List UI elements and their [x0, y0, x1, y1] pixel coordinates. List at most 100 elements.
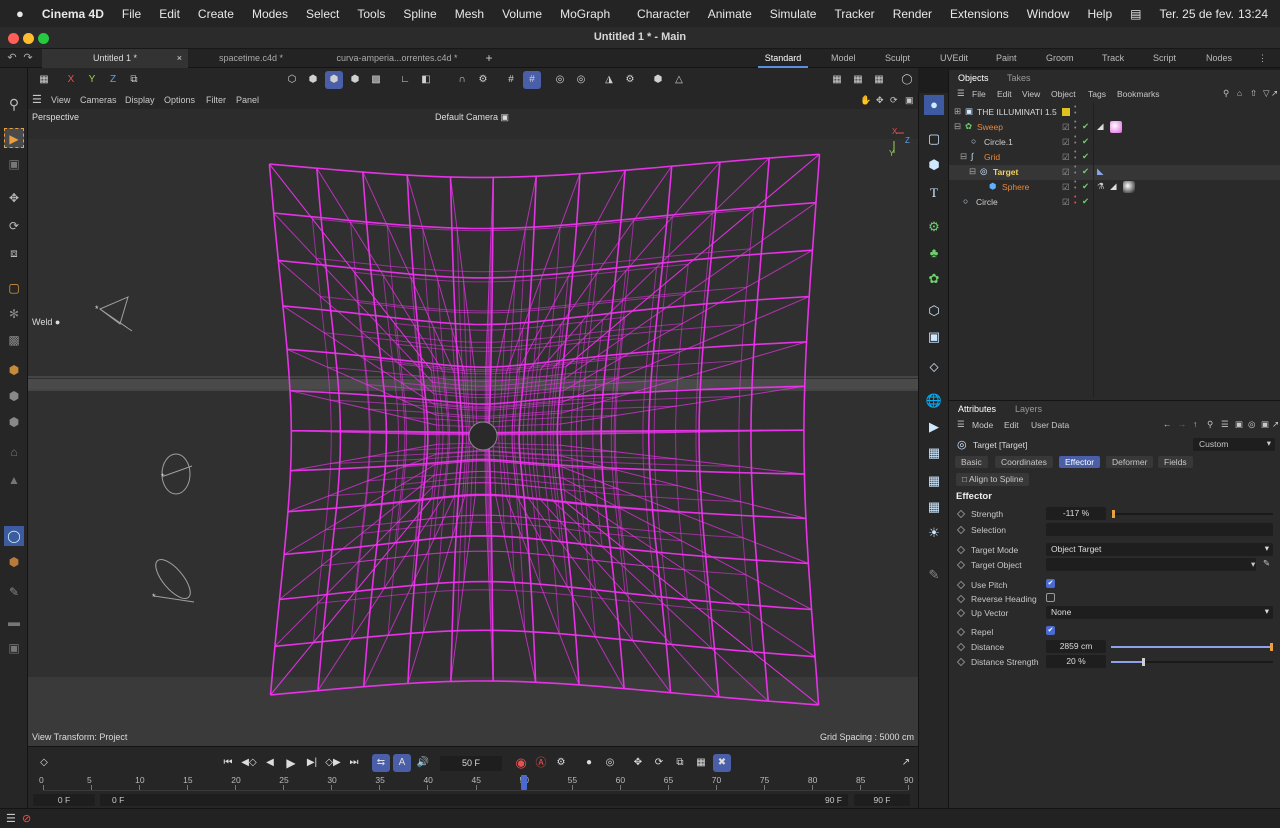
workplane-grid-icon[interactable]: #: [502, 71, 520, 89]
status-hamburger-icon[interactable]: ☰: [6, 812, 16, 825]
layout-paint[interactable]: Paint: [996, 49, 1017, 68]
sphere-create-icon[interactable]: ●: [924, 95, 944, 115]
cube-create-icon[interactable]: ⬢: [924, 155, 944, 175]
undo-icon[interactable]: ↶: [6, 49, 18, 68]
play-icon[interactable]: ▶: [282, 754, 300, 772]
symmetry-icon[interactable]: ◮: [600, 71, 618, 89]
pan-view-icon[interactable]: ✋: [860, 95, 871, 106]
keyframe-diamond-icon[interactable]: [956, 608, 966, 618]
subtab-fields[interactable]: Fields: [1158, 456, 1193, 468]
material-tag-icon[interactable]: [1110, 121, 1122, 133]
keyframe-diamond-icon[interactable]: [956, 627, 966, 637]
key-interpolation-icon[interactable]: ◎: [601, 754, 619, 772]
workplane-active-icon[interactable]: #: [523, 71, 541, 89]
tab-spacetime[interactable]: spacetime.c4d *: [188, 49, 314, 68]
brush-tool-icon[interactable]: ✎: [4, 582, 24, 602]
viewport-perspective[interactable]: * * * Perspective Default Camera ▣ Weld …: [28, 109, 918, 746]
points-mode-icon[interactable]: ▩: [4, 330, 24, 350]
environment-icon[interactable]: 🌐: [924, 391, 944, 411]
attributes-expand-icon[interactable]: ↗: [1272, 419, 1279, 430]
redo-icon[interactable]: ↷: [22, 49, 34, 68]
menu-tools[interactable]: Tools: [348, 7, 394, 21]
distance-field[interactable]: 2859 cm: [1046, 640, 1106, 653]
edit-render-settings-icon[interactable]: ▦: [870, 71, 888, 89]
objects-home-icon[interactable]: ⌂: [1237, 88, 1242, 98]
distance-strength-slider-handle[interactable]: [1142, 658, 1146, 666]
up-arrow-icon[interactable]: ↑: [1193, 419, 1197, 429]
axis-z-button[interactable]: Z: [104, 71, 122, 89]
auto-loop-icon[interactable]: A: [393, 754, 411, 772]
back-arrow-icon[interactable]: ←: [1163, 419, 1172, 429]
enabled-check-icon[interactable]: ✔: [1082, 196, 1089, 207]
prev-keyframe-icon[interactable]: ◀◇: [240, 754, 258, 772]
viewport-menu-panel[interactable]: Panel: [236, 95, 259, 105]
chevron-down-icon[interactable]: ▾: [1251, 559, 1255, 570]
layout-script[interactable]: Script: [1153, 49, 1176, 68]
app-menu[interactable]: Cinema 4D: [33, 7, 113, 21]
min-frame-field[interactable]: 0 F: [33, 794, 95, 806]
edges-mode-icon[interactable]: ⬢: [4, 360, 24, 380]
text-tool-icon[interactable]: T: [924, 183, 944, 203]
layer-checkbox[interactable]: ☑: [1062, 167, 1070, 178]
keyframe-diamond-icon[interactable]: [956, 594, 966, 604]
cube-active-icon[interactable]: ⬢: [325, 71, 343, 89]
visibility-dots[interactable]: • •: [1074, 119, 1076, 132]
enabled-check-icon[interactable]: ✔: [1082, 181, 1089, 192]
object-row-circle-1[interactable]: ○ Circle.1 ☑ • • ✔: [949, 134, 1280, 150]
visibility-dots-red[interactable]: • •: [1074, 194, 1076, 207]
grid-snap-corner-icon[interactable]: ∟: [396, 71, 414, 89]
objects-menu-tags[interactable]: Tags: [1088, 89, 1106, 99]
goto-end-icon[interactable]: ⏭: [345, 754, 363, 772]
cube-outline-icon[interactable]: ⬢: [304, 71, 322, 89]
forward-arrow-icon[interactable]: →: [1178, 419, 1187, 429]
tab-attributes[interactable]: Attributes: [958, 404, 996, 414]
objects-filter-icon[interactable]: ▽: [1263, 88, 1270, 99]
pick-object-icon[interactable]: ✎: [1263, 558, 1270, 569]
max-frame-field[interactable]: 90 F: [854, 794, 910, 806]
multi-cube-icon[interactable]: ▩: [367, 71, 385, 89]
lock-icon[interactable]: ▣: [1235, 419, 1243, 430]
layer-checkbox[interactable]: ☑: [1062, 122, 1070, 133]
viewport-menu-filter[interactable]: Filter: [206, 95, 226, 105]
layout-nodes[interactable]: Nodes: [1206, 49, 1232, 68]
align-to-spline-button[interactable]: □ Align to Spline: [956, 473, 1030, 486]
timeline-ruler[interactable]: 051015202530354045505560657075808590: [39, 775, 913, 791]
object-row-sphere[interactable]: ⬢ Sphere ☑ • • ✔ ⚗ ◢: [949, 179, 1280, 195]
attributes-search-icon[interactable]: ⚲: [1207, 419, 1213, 430]
menu-character[interactable]: Character: [628, 7, 699, 21]
menu-create[interactable]: Create: [189, 7, 243, 21]
keyframe-settings-icon[interactable]: ⚙: [552, 754, 570, 772]
status-error-icon[interactable]: ⊘: [22, 812, 31, 825]
render-settings-icon[interactable]: ◎: [572, 71, 590, 89]
phong-tag-icon[interactable]: ◢: [1110, 181, 1117, 192]
new-tab-icon[interactable]: +: [482, 49, 496, 68]
axis-x-button[interactable]: X: [62, 71, 80, 89]
enabled-check-icon[interactable]: ✔: [1082, 166, 1089, 177]
menu-file[interactable]: File: [113, 7, 150, 21]
keyframe-diamond-icon[interactable]: [956, 657, 966, 667]
keyframe-diamond-icon[interactable]: [956, 642, 966, 652]
keyframe-selection-icon[interactable]: ●: [580, 754, 598, 772]
coordinate-system-icon[interactable]: ⧉: [125, 71, 143, 89]
uv-mode-icon[interactable]: ⬢: [4, 412, 24, 432]
keyframe-diamond-icon[interactable]: [956, 545, 966, 555]
objects-search-icon[interactable]: ⚲: [1223, 88, 1229, 99]
material-tag-icon[interactable]: [1123, 181, 1135, 193]
object-row-illuminati[interactable]: ⊞ ▣ THE ILLUMINATI 1.5 • •: [949, 104, 1280, 120]
snap-settings-icon[interactable]: ⚙: [474, 71, 492, 89]
control-center-icon[interactable]: ▤: [1121, 7, 1150, 21]
enabled-check-icon[interactable]: ✔: [1082, 151, 1089, 162]
use-pitch-checkbox[interactable]: ✔: [1046, 579, 1055, 588]
attributes-menu-edit[interactable]: Edit: [1004, 420, 1019, 430]
workplane-icon[interactable]: ⌂: [4, 442, 24, 462]
enabled-check-icon[interactable]: ✔: [1082, 121, 1089, 132]
objects-menu-file[interactable]: File: [972, 89, 986, 99]
object-row-grid[interactable]: ⊟ ∫ Grid ☑ • • ✔: [949, 149, 1280, 165]
scale-tool-icon[interactable]: ⧈: [4, 243, 24, 263]
box-select-icon[interactable]: ▣: [4, 154, 24, 174]
effector-icon[interactable]: ✿: [924, 269, 944, 289]
menu-tracker[interactable]: Tracker: [825, 7, 883, 21]
render-queue-icon[interactable]: ▶: [924, 417, 944, 437]
pla-key-icon[interactable]: ✖: [713, 754, 731, 772]
render-region-icon[interactable]: ▣: [4, 638, 24, 658]
